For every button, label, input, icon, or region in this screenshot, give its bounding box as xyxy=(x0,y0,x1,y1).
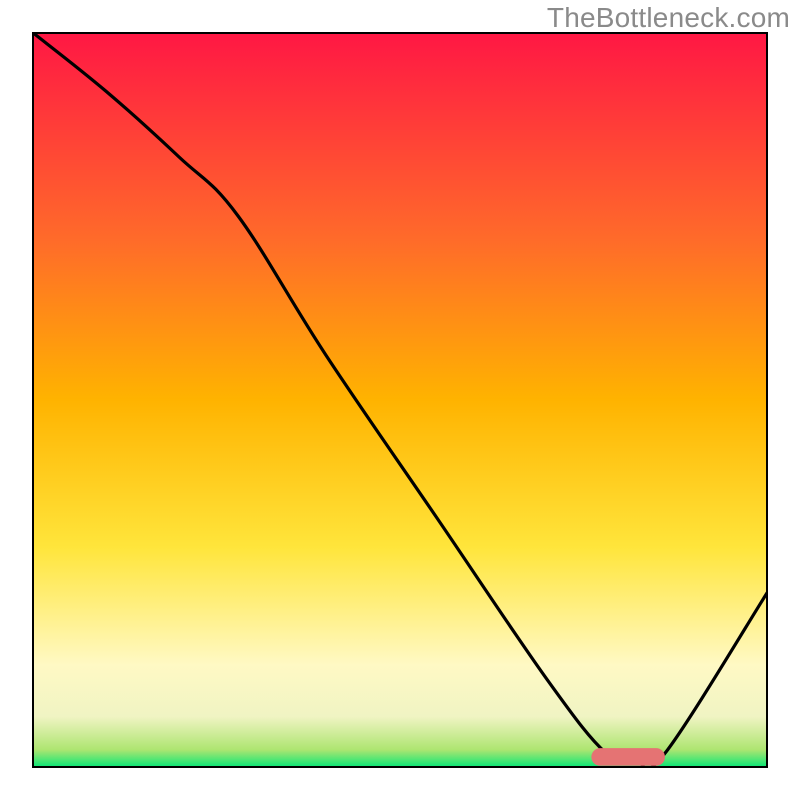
watermark-text: TheBottleneck.com xyxy=(547,2,790,34)
optimal-marker xyxy=(591,748,665,766)
bottleneck-chart xyxy=(32,32,768,768)
plot-background xyxy=(32,32,768,768)
